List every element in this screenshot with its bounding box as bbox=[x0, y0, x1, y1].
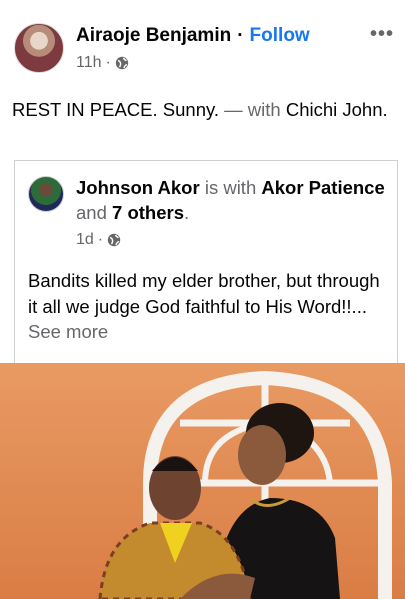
author-name[interactable]: Airaoje Benjamin bbox=[76, 25, 231, 46]
shared-author-avatar[interactable] bbox=[28, 176, 64, 212]
post-header: Airaoje Benjamin · Follow 11h · ••• bbox=[14, 23, 394, 77]
post-text: REST IN PEACE. Sunny. bbox=[12, 99, 220, 120]
shared-post-header: Johnson Akor is with Akor Patience and 7… bbox=[76, 175, 386, 225]
post-meta: 11h · bbox=[76, 54, 129, 72]
post-timestamp[interactable]: 11h bbox=[76, 54, 102, 72]
period: . bbox=[183, 202, 190, 223]
see-more-link[interactable]: See more bbox=[28, 321, 108, 342]
shared-post-text-block: Bandits killed my elder brother, but thr… bbox=[28, 268, 393, 345]
author-row: Airaoje Benjamin · Follow bbox=[76, 25, 310, 47]
shared-author-name[interactable]: Johnson Akor bbox=[76, 177, 200, 198]
shared-post-text: Bandits killed my elder brother, but thr… bbox=[28, 270, 380, 317]
shared-post-meta: 1d · bbox=[76, 231, 121, 249]
shared-post-card[interactable]: Johnson Akor is with Akor Patience and 7… bbox=[14, 160, 398, 365]
author-avatar[interactable] bbox=[14, 23, 64, 73]
globe-icon bbox=[107, 233, 121, 247]
shared-timestamp[interactable]: 1d bbox=[76, 231, 94, 249]
is-with-label: is with bbox=[199, 177, 262, 198]
post-photo[interactable] bbox=[0, 363, 405, 599]
post-caption: REST IN PEACE. Sunny. — with Chichi John… bbox=[12, 97, 392, 122]
more-options-icon[interactable]: ••• bbox=[370, 23, 394, 46]
with-label: — with bbox=[219, 99, 286, 120]
shared-others-link[interactable]: 7 others bbox=[112, 202, 184, 223]
and-label: and bbox=[76, 202, 113, 223]
meta-separator: · bbox=[105, 54, 111, 71]
name-separator: · bbox=[237, 25, 244, 46]
shared-meta-separator: · bbox=[97, 231, 104, 248]
tagged-person[interactable]: Chichi John. bbox=[286, 99, 388, 120]
shared-tagged-person[interactable]: Akor Patience bbox=[261, 177, 384, 198]
couple-photo-illustration bbox=[0, 363, 405, 599]
globe-icon bbox=[115, 56, 129, 70]
follow-button[interactable]: Follow bbox=[250, 25, 310, 46]
